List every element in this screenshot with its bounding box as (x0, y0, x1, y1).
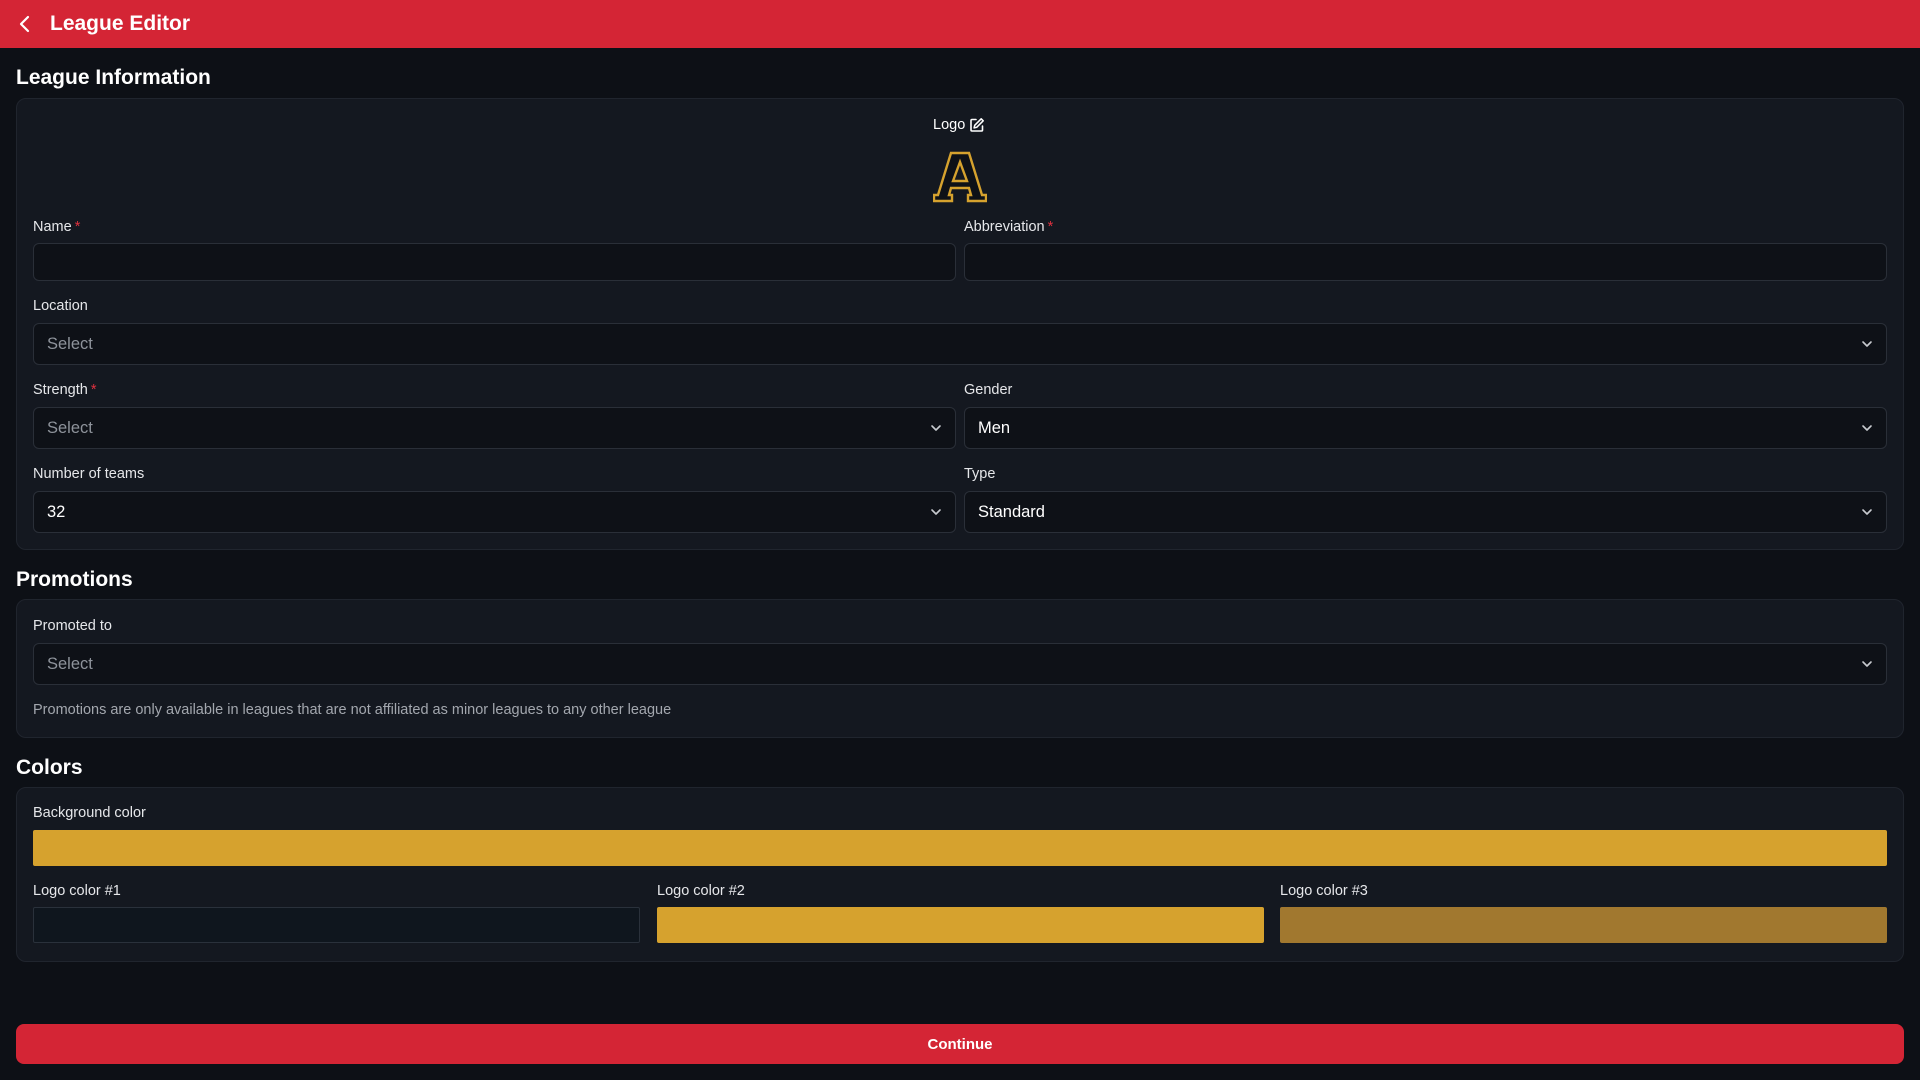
chevron-down-icon (1862, 425, 1872, 431)
background-color-swatch[interactable] (33, 830, 1887, 866)
number-of-teams-select[interactable]: 32 (33, 491, 956, 533)
abbreviation-label: Abbreviation * (964, 219, 1053, 235)
chevron-down-icon (931, 509, 941, 515)
logo-label[interactable]: Logo (933, 117, 985, 133)
strength-label-text: Strength (33, 382, 88, 398)
promoted-to-select[interactable]: Select (33, 643, 1887, 685)
logo-color-1-label: Logo color #1 (33, 883, 121, 899)
chevron-down-icon (1862, 341, 1872, 347)
name-label: Name * (33, 219, 80, 235)
name-label-text: Name (33, 219, 72, 235)
type-value: Standard (978, 502, 1045, 521)
colors-heading: Colors (16, 756, 83, 779)
logo-color-1-swatch[interactable] (33, 907, 640, 943)
number-of-teams-value: 32 (47, 502, 66, 521)
promotions-hint: Promotions are only available in leagues… (33, 702, 672, 718)
name-input[interactable] (33, 243, 956, 281)
type-select[interactable]: Standard (964, 491, 1887, 533)
strength-select[interactable]: Select (33, 407, 956, 449)
promotions-heading: Promotions (16, 568, 133, 591)
page-title: League Editor (50, 12, 191, 35)
location-select[interactable]: Select (33, 323, 1887, 365)
league-information-heading: League Information (16, 66, 211, 89)
chevron-down-icon (931, 425, 941, 431)
league-logo-image[interactable] (933, 149, 987, 203)
logo-color-2-swatch[interactable] (657, 907, 1264, 943)
background-color-label: Background color (33, 805, 146, 821)
abbreviation-input[interactable] (964, 243, 1887, 281)
app-header: League Editor (0, 0, 1920, 48)
continue-button[interactable]: Continue (16, 1024, 1904, 1064)
location-placeholder: Select (47, 334, 93, 353)
promoted-to-placeholder: Select (47, 654, 93, 673)
strength-label: Strength * (33, 382, 96, 398)
chevron-down-icon (1862, 509, 1872, 515)
gender-value: Men (978, 418, 1011, 437)
logo-color-3-swatch[interactable] (1280, 907, 1887, 943)
location-label: Location (33, 298, 88, 314)
logo-label-text: Logo (933, 117, 966, 133)
number-of-teams-label: Number of teams (33, 466, 145, 482)
edit-icon[interactable] (969, 117, 985, 133)
required-marker: * (1047, 219, 1054, 235)
chevron-left-icon (19, 15, 30, 33)
strength-placeholder: Select (47, 418, 93, 437)
abbreviation-label-text: Abbreviation (964, 219, 1045, 235)
chevron-down-icon (1862, 661, 1872, 667)
logo-color-2-label: Logo color #2 (657, 883, 745, 899)
logo-color-3-label: Logo color #3 (1280, 883, 1368, 899)
gender-select[interactable]: Men (964, 407, 1887, 449)
back-button[interactable] (0, 0, 50, 48)
required-marker: * (90, 382, 97, 398)
promoted-to-label: Promoted to (33, 618, 112, 634)
required-marker: * (74, 219, 81, 235)
gender-label: Gender (964, 382, 1013, 398)
type-label: Type (964, 466, 996, 482)
